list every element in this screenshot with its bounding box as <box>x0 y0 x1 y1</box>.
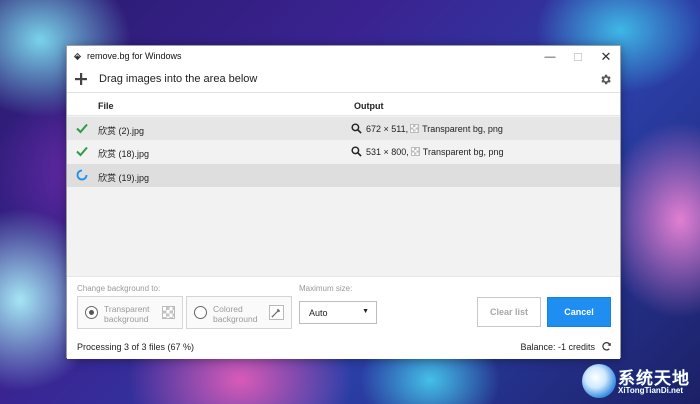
chevron-down-icon: ▼ <box>362 308 369 315</box>
check-icon <box>76 123 88 134</box>
clear-list-button[interactable]: Clear list <box>477 297 541 327</box>
transparent-label-line2: background <box>104 314 149 324</box>
eyedropper-icon <box>271 308 281 318</box>
check-icon <box>76 146 88 157</box>
transparency-checker-icon <box>410 124 420 133</box>
colored-label-line2: background <box>213 314 258 324</box>
transparency-checker-icon <box>410 147 420 156</box>
colored-label-line1: Colored <box>213 304 243 314</box>
file-list: File Output 欣赏 (2).jpg 672 × 511, Transp… <box>67 94 620 276</box>
output-description: Transparent bg, png <box>422 123 503 134</box>
output-description: Transparent bg, png <box>422 146 504 157</box>
colored-background-option[interactable]: Colored background <box>186 296 292 329</box>
removebg-logo-icon <box>73 52 82 61</box>
output-info: 672 × 511, Transparent bg, png <box>351 122 503 135</box>
maximum-size-label: Maximum size: <box>299 284 353 293</box>
cancel-button[interactable]: Cancel <box>547 297 611 327</box>
column-header-file: File <box>98 101 114 111</box>
list-header: File Output <box>67 94 620 116</box>
checkerboard-icon <box>162 306 175 319</box>
maximum-size-select[interactable]: Auto ▼ <box>299 301 377 324</box>
magnifier-icon[interactable] <box>351 123 362 134</box>
title-bar[interactable]: remove.bg for Windows — ☐ ✕ <box>67 46 620 68</box>
transparent-background-option[interactable]: Transparent background <box>77 296 183 329</box>
transparent-option-label: Transparent background <box>104 304 160 324</box>
gear-icon[interactable] <box>599 73 612 86</box>
app-window: remove.bg for Windows — ☐ ✕ Drag images … <box>66 45 621 359</box>
spinner-icon <box>76 169 88 181</box>
drag-instruction: Drag images into the area below <box>99 73 258 85</box>
window-title: remove.bg for Windows <box>87 51 182 61</box>
change-background-label: Change background to: <box>77 284 161 293</box>
status-bar: Processing 3 of 3 files (67 %) Balance: … <box>67 336 620 358</box>
transparent-radio[interactable] <box>85 306 98 319</box>
maximum-size-value: Auto <box>309 308 328 318</box>
refresh-icon[interactable] <box>601 341 612 352</box>
toolbar: Drag images into the area below <box>67 68 620 93</box>
credit-balance: Balance: -1 credits <box>520 342 595 352</box>
table-row[interactable]: 欣赏 (18).jpg 531 × 800, Transparent bg, p… <box>67 140 620 163</box>
output-dimensions: 531 × 800, <box>366 146 409 157</box>
magnifier-icon[interactable] <box>351 146 362 157</box>
color-picker-button[interactable] <box>269 305 284 320</box>
table-row[interactable]: 欣赏 (19).jpg <box>67 164 620 187</box>
table-row[interactable]: 欣赏 (2).jpg 672 × 511, Transparent bg, pn… <box>67 117 620 140</box>
watermark-logo-icon <box>582 364 616 398</box>
column-header-output: Output <box>354 101 384 111</box>
transparent-label-line1: Transparent <box>104 304 150 314</box>
maximize-button[interactable]: ☐ <box>564 46 592 68</box>
close-button[interactable]: ✕ <box>592 46 620 68</box>
plus-icon[interactable] <box>75 73 87 85</box>
processing-status: Processing 3 of 3 files (67 %) <box>77 342 195 352</box>
watermark: 系统天地 XiTongTianDi.net <box>578 358 700 404</box>
file-name: 欣赏 (2).jpg <box>98 126 145 136</box>
output-dimensions: 672 × 511, <box>366 123 409 134</box>
minimize-button[interactable]: — <box>536 46 564 68</box>
file-name: 欣赏 (18).jpg <box>98 149 150 159</box>
file-name: 欣赏 (19).jpg <box>98 173 150 183</box>
colored-option-label: Colored background <box>213 304 269 324</box>
output-info: 531 × 800, Transparent bg, png <box>351 145 504 158</box>
colored-radio[interactable] <box>194 306 207 319</box>
watermark-subtitle: XiTongTianDi.net <box>618 386 684 395</box>
